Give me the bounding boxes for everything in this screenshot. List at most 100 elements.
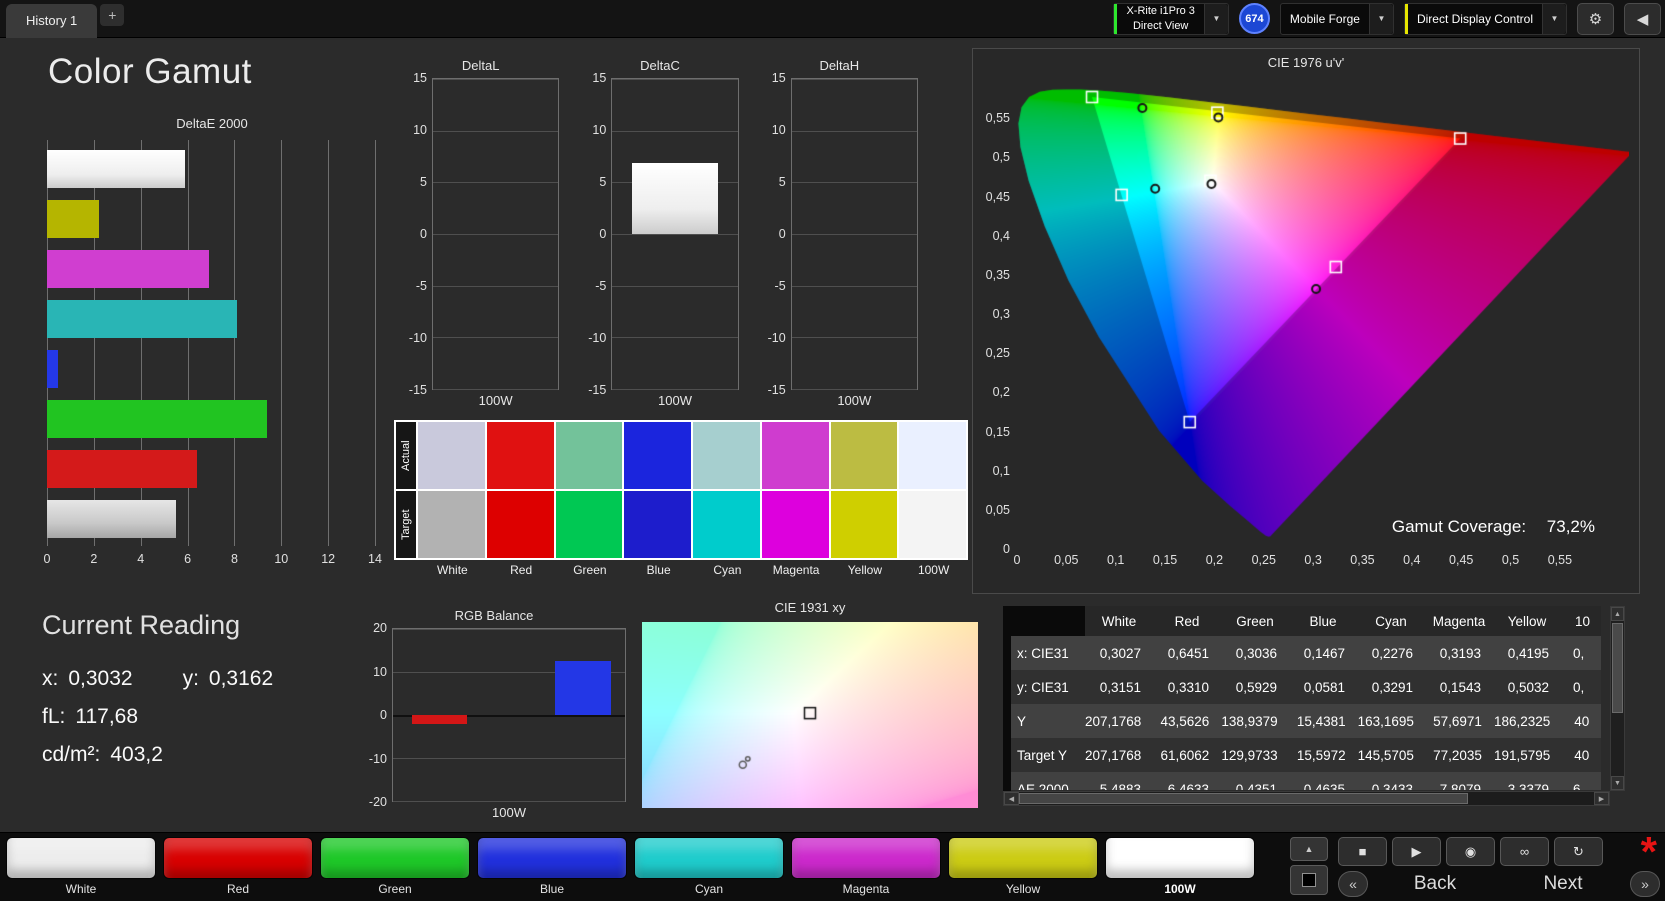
plot-body: 20 10 0 -10 -20 [362,621,626,809]
next-button[interactable]: Next [1502,873,1624,895]
tick-label: 10 [771,123,786,137]
play-button[interactable]: ▶ [1392,837,1441,866]
tick-label: 0,25 [1251,553,1276,567]
tick-label: 0,15 [985,424,1010,439]
collapse-panel-button[interactable]: ◀ [1624,2,1661,35]
add-tab-button[interactable]: + [100,4,125,26]
back-chevron-button[interactable]: « [1338,871,1368,897]
table-row: Target Y 207,1768 61,6062 129,9733 15,5972 14… [1011,738,1601,772]
vscroll-track[interactable] [1611,621,1624,776]
meter-dropdown-button[interactable]: ▼ [1203,3,1228,34]
scroll-up-button[interactable]: ▲ [1611,607,1624,621]
tick-label: 2 [90,552,98,566]
vscroll-thumb[interactable] [1612,623,1623,713]
tick-label: -5 [595,279,607,293]
tick-label: -5 [774,279,786,293]
patch-button-blue[interactable] [477,837,627,879]
current-reading: Current Reading x: 0,3032 y: 0,3162 fL: … [42,610,273,781]
column-header: Green [1236,613,1274,629]
column-header: Blue [1309,613,1337,629]
bar-cyan [47,300,237,338]
loop-button[interactable]: ↻ [1554,837,1603,866]
patch-button-yellow[interactable] [948,837,1098,879]
target-swatch-cyan [693,491,760,558]
patch-button-green[interactable] [320,837,470,879]
patch-button-100w[interactable] [1105,837,1255,879]
swatch-column [899,422,966,558]
table-cell: 43,5626 [1160,713,1210,729]
swatch-name: 100W [917,563,950,577]
tick-label: 0 [420,227,427,241]
display-control-selector[interactable]: Direct Display Control ▼ [1403,2,1567,35]
tick-label: 10 [373,664,387,679]
scroll-right-button[interactable]: ▶ [1594,792,1609,805]
tick-label: 0 [1003,542,1010,556]
table-cell: 0, [1573,645,1585,661]
add-icon: + [108,7,117,23]
cie1931-panel: CIE 1931 xy [642,600,978,818]
up-triangle-icon: ▲ [1304,844,1314,854]
table-hscrollbar[interactable]: ◀ ▶ [1003,791,1610,806]
patch-button-red[interactable] [163,837,313,879]
hscroll-track[interactable] [1019,792,1594,805]
pattern-window-button[interactable] [1290,865,1328,895]
source-selector[interactable]: Mobile Forge ▼ [1279,2,1394,35]
measure-button[interactable]: ◉ [1446,837,1495,866]
patch-button-white[interactable] [6,837,156,879]
continuous-read-button[interactable]: ∞ [1500,837,1549,866]
scroll-left-button[interactable]: ◀ [1004,792,1019,805]
patch-magenta: Magenta [791,837,941,898]
table-gutter [1003,606,1011,791]
patch-button-magenta[interactable] [791,837,941,879]
bar-deltac [632,162,718,234]
tick-label: -10 [368,751,387,766]
table-cell: 0,5032 [1507,679,1549,695]
actual-swatch-blue [624,422,691,489]
toolbar-mini-column: ▲ [1290,837,1328,895]
cie1931-canvas [642,622,978,808]
display-dropdown-button[interactable]: ▼ [1542,3,1566,34]
swatch-name: Yellow [847,563,882,577]
table-cell: 207,1768 [1085,747,1142,763]
coverage-label: Gamut Coverage: [1391,517,1527,536]
table-cell: 6 [1573,781,1581,791]
expand-up-button[interactable]: ▲ [1290,837,1328,861]
gridline [328,140,330,546]
hscroll-thumb[interactable] [1019,793,1468,804]
history-tab[interactable]: History 1 [6,3,98,38]
tick-label: 0,25 [985,346,1010,361]
bar-green [47,400,268,438]
xy-reading: x: 0,3032 y: 0,3162 [42,667,273,691]
source-dropdown-button[interactable]: ▼ [1368,3,1393,34]
stop-button[interactable]: ■ [1338,837,1387,866]
tick-label: 0,5 [1501,553,1520,567]
back-button[interactable]: Back [1374,873,1496,895]
patch-green: Green [320,837,470,898]
tick-label: 0,5 [992,150,1010,165]
table-cell: 0,1467 [1303,645,1345,661]
row-label: Actual [396,422,416,489]
patch-button-cyan[interactable] [634,837,784,879]
alert-asterisk-icon[interactable]: * [1641,831,1657,872]
next-chevron-button[interactable]: » [1630,871,1660,897]
scroll-down-button[interactable]: ▼ [1611,776,1624,790]
patch-label: White [65,882,97,896]
tick-label: 0,55 [985,111,1010,126]
swatch-column [418,422,485,558]
meter-selector[interactable]: X-Rite i1Pro 3 Direct View ▼ [1113,2,1229,35]
play-icon: ▶ [1411,843,1422,859]
tick-label: 5 [599,175,607,189]
cd-value: 403,2 [110,743,163,766]
plot-area [790,78,918,390]
table-row: x: CIE31 0,3027 0,6451 0,3036 0,1467 0,2276 0,… [1011,636,1601,670]
row-label: y: CIE31 [1017,679,1069,695]
tick-label: 0,1 [1107,553,1125,567]
rgb-balance-chart: RGB Balance 20 10 0 -10 -20 100W [362,608,626,822]
deltal-chart: DeltaL 15 10 5 0 -5 -10 -15 100W [402,58,560,410]
table-cell: 5,4883 [1099,781,1141,791]
bar-blue [47,350,58,388]
x-label: x: [42,667,59,690]
plot-area [47,140,376,546]
table-vscrollbar[interactable]: ▲ ▼ [1610,606,1625,791]
settings-button[interactable]: ⚙ [1577,2,1614,35]
